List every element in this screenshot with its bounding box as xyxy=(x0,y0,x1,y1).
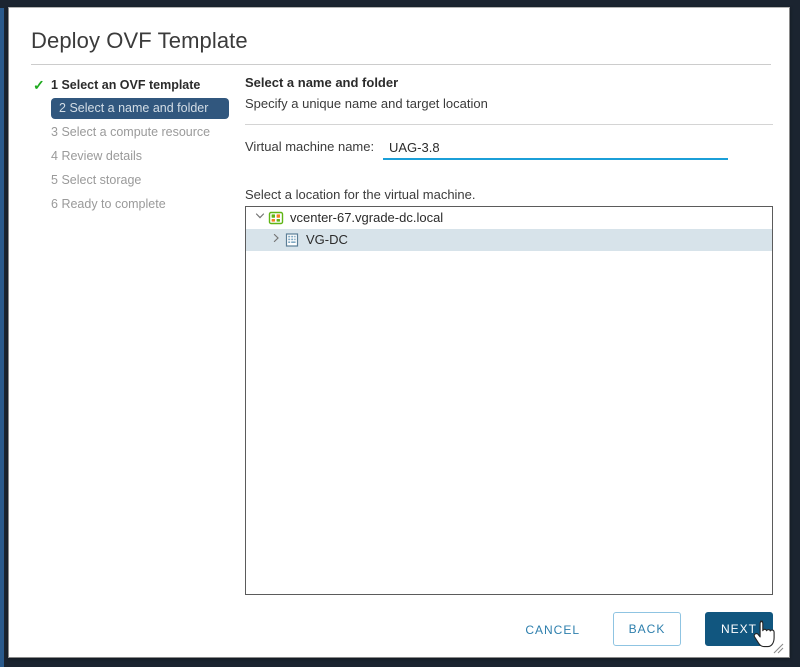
vm-name-input[interactable] xyxy=(383,136,728,158)
content-pane: Select a name and folder Specify a uniqu… xyxy=(245,74,773,595)
wizard-step-6-label: Ready to complete xyxy=(61,197,166,211)
wizard-step-3-number: 3 xyxy=(51,125,58,139)
wizard-step-3-label: Select a compute resource xyxy=(61,125,211,139)
vm-name-row: Virtual machine name: xyxy=(245,136,773,164)
wizard-step-5[interactable]: 5 Select storage xyxy=(31,169,231,191)
wizard-step-4[interactable]: 4 Review details xyxy=(31,145,231,167)
tree-row-vcenter[interactable]: vcenter-67.vgrade-dc.local xyxy=(246,207,772,229)
check-icon: ✓ xyxy=(33,77,45,93)
wizard-step-6[interactable]: 6 Ready to complete xyxy=(31,193,231,215)
datacenter-icon xyxy=(284,232,300,248)
content-subheading: Specify a unique name and target locatio… xyxy=(245,96,488,111)
resize-grip-icon[interactable] xyxy=(772,641,784,654)
tree-node-label-vcenter: vcenter-67.vgrade-dc.local xyxy=(290,210,444,225)
title-divider xyxy=(31,64,771,65)
cancel-button[interactable]: CANCEL xyxy=(517,616,588,644)
background-window-edge xyxy=(0,8,4,667)
next-button[interactable]: NEXT xyxy=(705,612,773,646)
wizard-step-6-number: 6 xyxy=(51,197,58,211)
wizard-step-4-label: Review details xyxy=(61,149,143,163)
content-divider xyxy=(245,124,773,125)
vm-name-field[interactable] xyxy=(383,136,728,160)
wizard-step-1-label: Select an OVF template xyxy=(61,78,201,92)
wizard-step-5-label: Select storage xyxy=(61,173,142,187)
wizard-step-2-number: 2 xyxy=(59,101,66,115)
chevron-right-icon[interactable] xyxy=(268,229,284,251)
location-label: Select a location for the virtual machin… xyxy=(245,187,476,202)
wizard-step-4-number: 4 xyxy=(51,149,58,163)
wizard-step-3[interactable]: 3 Select a compute resource xyxy=(31,121,231,143)
tree-node-label-datacenter: VG-DC xyxy=(306,232,348,247)
tree-row-datacenter[interactable]: VG-DC xyxy=(246,229,772,251)
dialog-title: Deploy OVF Template xyxy=(31,28,248,53)
wizard-step-1-number: 1 xyxy=(51,78,58,92)
deploy-ovf-template-dialog: Deploy OVF Template ✓ 1 Select an OVF te… xyxy=(8,7,790,658)
location-tree-panel[interactable]: vcenter-67.vgrade-dc.local VG-DC xyxy=(245,206,773,595)
vm-name-label: Virtual machine name: xyxy=(245,139,375,154)
wizard-step-list: ✓ 1 Select an OVF template 2 Select a na… xyxy=(31,74,231,217)
chevron-down-icon[interactable] xyxy=(252,207,268,229)
wizard-step-1[interactable]: ✓ 1 Select an OVF template xyxy=(31,74,231,96)
content-heading: Select a name and folder xyxy=(245,75,399,90)
wizard-step-2[interactable]: 2 Select a name and folder xyxy=(51,98,229,119)
dialog-footer: CANCEL BACK NEXT xyxy=(245,610,773,650)
vcenter-server-icon xyxy=(268,210,284,226)
back-button[interactable]: BACK xyxy=(613,612,681,646)
wizard-step-5-number: 5 xyxy=(51,173,58,187)
wizard-step-2-label: Select a name and folder xyxy=(69,101,209,115)
